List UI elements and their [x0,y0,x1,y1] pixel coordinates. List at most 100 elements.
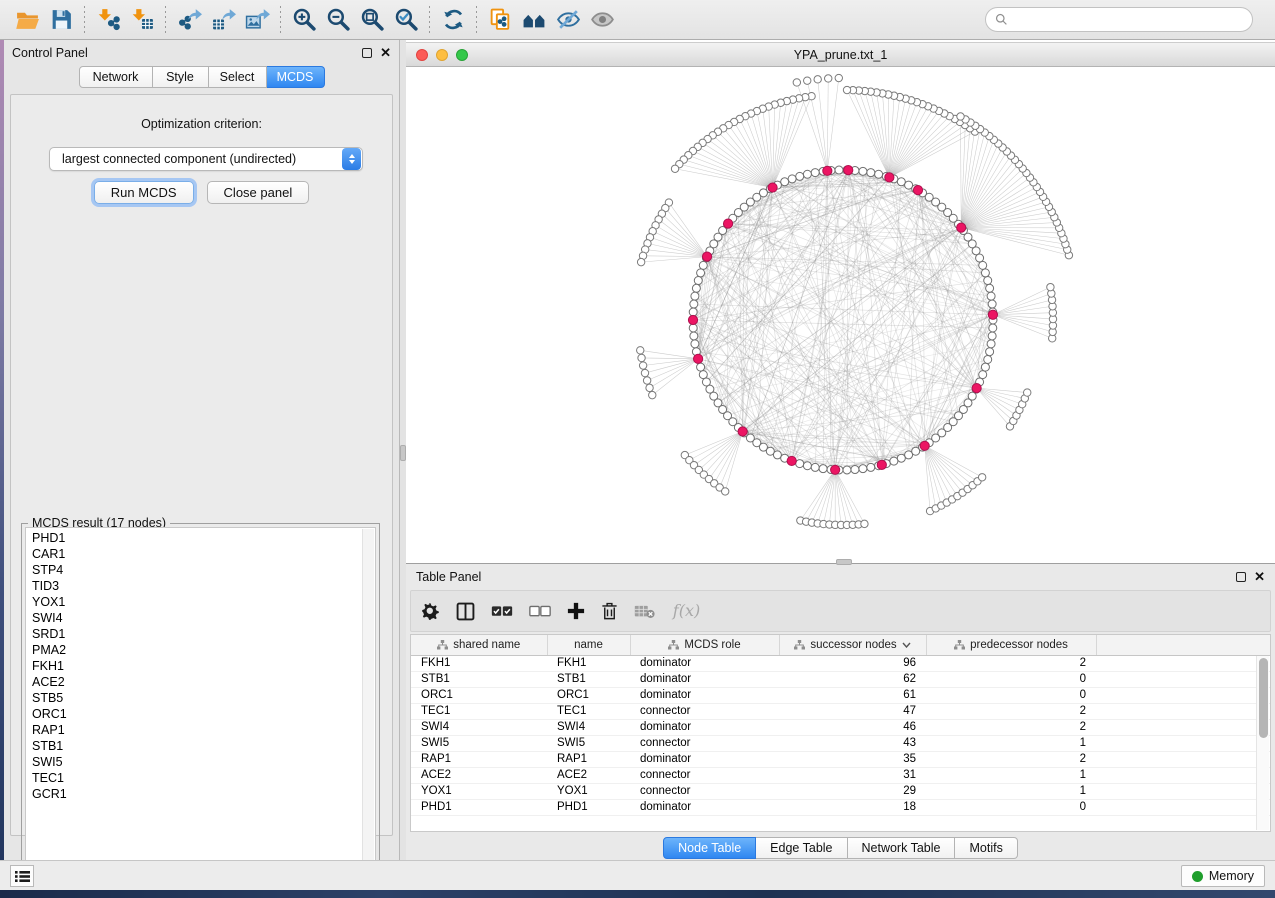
network-node[interactable] [957,113,964,120]
network-node[interactable] [690,300,698,308]
table-cell[interactable]: 18 [779,799,926,815]
selected-network-node[interactable] [702,252,711,261]
network-node[interactable] [859,465,867,473]
selected-network-node[interactable] [920,441,929,450]
network-node[interactable] [905,181,913,189]
selected-network-node[interactable] [831,465,840,474]
show-all-button[interactable] [585,4,619,36]
table-scrollbar-thumb[interactable] [1259,658,1268,738]
list-scrollbar-track[interactable] [362,529,374,887]
tab-select[interactable]: Select [209,66,267,88]
network-node[interactable] [643,377,650,384]
zoom-out-button[interactable] [321,4,355,36]
close-table-panel-icon[interactable]: ✕ [1254,572,1265,582]
table-row[interactable]: ORC1ORC1dominator610 [411,687,1270,703]
save-button[interactable] [44,4,78,36]
tab-style[interactable]: Style [153,66,209,88]
table-row[interactable]: STB1STB1dominator620 [411,671,1270,687]
selected-network-node[interactable] [877,460,886,469]
selected-network-node[interactable] [913,185,922,194]
network-node[interactable] [861,520,868,527]
network-node[interactable] [843,466,851,474]
network-node[interactable] [843,86,850,93]
network-node[interactable] [835,166,843,174]
tab-network[interactable]: Network [79,66,153,88]
table-cell[interactable]: 2 [926,703,1096,719]
add-column-button[interactable] [567,602,585,620]
table-cell[interactable]: dominator [630,655,779,671]
table-cell[interactable]: 2 [926,719,1096,735]
network-node[interactable] [649,391,656,398]
network-node[interactable] [689,308,697,316]
table-cell[interactable]: STB1 [411,671,547,687]
network-node[interactable] [637,258,644,265]
table-cell[interactable]: RAP1 [547,751,630,767]
table-cell[interactable]: FKH1 [547,655,630,671]
network-node[interactable] [867,169,875,177]
network-node[interactable] [689,324,697,332]
table-cell[interactable]: 46 [779,719,926,735]
table-row[interactable]: PHD1PHD1dominator180 [411,799,1270,815]
network-node[interactable] [989,324,997,332]
table-row[interactable]: SWI5SWI5connector431 [411,735,1270,751]
network-node[interactable] [897,178,905,186]
column-header-shared-name[interactable]: shared name [411,635,547,655]
table-cell[interactable]: STB1 [547,671,630,687]
export-table-button[interactable] [206,4,240,36]
network-node[interactable] [796,172,804,180]
first-neighbors-button[interactable] [517,4,551,36]
table-cell[interactable]: connector [630,735,779,751]
column-header-MCDS-role[interactable]: MCDS role [630,635,779,655]
open-button[interactable] [10,4,44,36]
network-node[interactable] [671,165,678,172]
close-window-icon[interactable] [416,49,428,61]
network-node[interactable] [835,74,842,81]
network-node[interactable] [851,466,859,474]
table-cell[interactable]: dominator [630,687,779,703]
network-node[interactable] [825,75,832,82]
search-input[interactable] [1014,13,1243,27]
table-cell[interactable]: connector [630,783,779,799]
tab-mcds[interactable]: MCDS [267,66,325,88]
network-node[interactable] [979,371,987,379]
select-all-button[interactable] [491,605,513,618]
table-cell[interactable]: 0 [926,671,1096,687]
network-node[interactable] [638,354,645,361]
network-node[interactable] [987,340,995,348]
network-node[interactable] [1024,389,1031,396]
table-cell[interactable]: 31 [779,767,926,783]
selected-network-node[interactable] [738,427,747,436]
table-cell[interactable]: TEC1 [547,703,630,719]
mcds-result-item[interactable]: SWI5 [26,754,375,770]
table-cell[interactable]: PHD1 [547,799,630,815]
tab-node-table[interactable]: Node Table [663,837,756,859]
mcds-result-item[interactable]: STP4 [26,562,375,578]
table-cell[interactable]: 47 [779,703,926,719]
mcds-result-item[interactable]: PHD1 [26,530,375,546]
tab-motifs[interactable]: Motifs [955,837,1017,859]
zoom-in-button[interactable] [287,4,321,36]
network-node[interactable] [978,474,985,481]
mcds-result-item[interactable]: ORC1 [26,706,375,722]
network-node[interactable] [697,363,705,371]
table-cell[interactable]: SWI4 [547,719,630,735]
network-node[interactable] [796,460,804,468]
network-node[interactable] [690,332,698,340]
table-cell[interactable]: 35 [779,751,926,767]
mcds-result-item[interactable]: ACE2 [26,674,375,690]
selected-network-node[interactable] [972,383,981,392]
network-node[interactable] [811,169,819,177]
network-node[interactable] [699,261,707,269]
table-scrollbar-track[interactable] [1256,656,1269,830]
network-node[interactable] [981,269,989,277]
network-node[interactable] [988,332,996,340]
network-node[interactable] [814,76,821,83]
table-cell[interactable]: dominator [630,671,779,687]
table-row[interactable]: FKH1FKH1dominator962 [411,655,1270,671]
table-cell[interactable]: RAP1 [411,751,547,767]
table-cell[interactable]: 1 [926,783,1096,799]
table-row[interactable]: ACE2ACE2connector311 [411,767,1270,783]
network-node[interactable] [793,79,800,86]
network-node[interactable] [691,340,699,348]
table-cell[interactable]: ACE2 [547,767,630,783]
